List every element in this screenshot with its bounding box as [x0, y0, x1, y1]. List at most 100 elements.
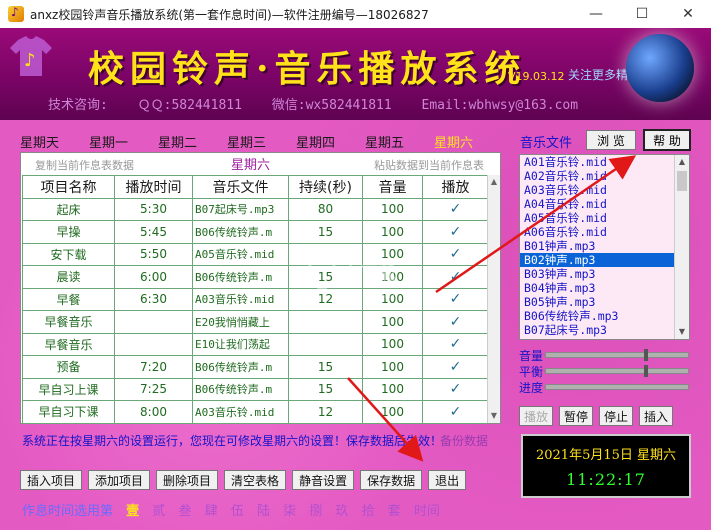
schedule-set-1[interactable]: 壹 — [126, 504, 139, 519]
row-duration[interactable] — [288, 332, 363, 356]
list-item[interactable]: A03音乐铃.mid — [520, 183, 689, 197]
list-item[interactable]: B07起床号.mp3 — [520, 323, 689, 337]
row-file[interactable]: A05音乐铃.mid — [192, 242, 289, 266]
list-item[interactable]: A02音乐铃.mid — [520, 169, 689, 183]
list-item[interactable]: B02钟声.mp3 — [520, 253, 689, 267]
help-button[interactable]: 帮 助 — [643, 129, 691, 151]
browse-button[interactable]: 浏 览 — [586, 130, 636, 150]
schedule-set-5[interactable]: 伍 — [231, 504, 244, 519]
row-time[interactable]: 8:00 — [114, 400, 193, 424]
grid-scrollbar[interactable]: ▲ ▼ — [487, 175, 500, 423]
row-time[interactable] — [114, 332, 193, 356]
row-file[interactable]: A03音乐铃.mid — [192, 287, 289, 311]
row-file[interactable]: E10让我们荡起 — [192, 332, 289, 356]
minimize-button[interactable]: — — [573, 0, 619, 28]
row-name[interactable]: 预备 — [22, 355, 115, 379]
delete-item-button[interactable]: 删除项目 — [156, 470, 219, 490]
row-name[interactable]: 早操 — [22, 220, 115, 244]
paste-schedule-button[interactable]: 粘贴数据到当前作息表 — [374, 157, 484, 173]
row-name[interactable]: 安下载 — [22, 242, 115, 266]
schedule-set-6[interactable]: 陆 — [257, 504, 270, 519]
schedule-set-2[interactable]: 贰 — [152, 504, 165, 519]
copy-schedule-button[interactable]: 复制当前作息表数据 — [35, 157, 134, 173]
row-time[interactable]: 5:30 — [114, 197, 193, 221]
row-file[interactable]: A03音乐铃.mid — [192, 400, 289, 424]
scroll-up-icon[interactable]: ▲ — [675, 155, 689, 169]
row-file[interactable]: B06传统铃声.m — [192, 265, 289, 289]
row-name[interactable]: 早餐 — [22, 287, 115, 311]
list-item[interactable]: A04音乐铃.mid — [520, 197, 689, 211]
tab-thursday[interactable]: 星期四 — [296, 132, 365, 151]
save-data-button[interactable]: 保存数据 — [360, 470, 423, 490]
row-play[interactable]: ✓ — [422, 310, 489, 334]
music-file-list[interactable]: A01音乐铃.mid A02音乐铃.mid A03音乐铃.mid A04音乐铃.mid… — [519, 154, 690, 340]
play-button[interactable]: 播放 — [519, 406, 553, 426]
scroll-thumb[interactable] — [677, 171, 687, 191]
row-time[interactable]: 6:00 — [114, 265, 193, 289]
tab-tuesday[interactable]: 星期二 — [158, 132, 227, 151]
row-time[interactable]: 5:50 — [114, 242, 193, 266]
schedule-set-4[interactable]: 肆 — [205, 504, 218, 519]
row-file[interactable]: B06传统铃声.m — [192, 377, 289, 401]
schedule-set-7[interactable]: 柒 — [283, 504, 296, 519]
list-item[interactable]: A01音乐铃.mid — [520, 155, 689, 169]
scroll-down-icon[interactable]: ▼ — [488, 409, 500, 423]
clear-table-button[interactable]: 清空表格 — [224, 470, 287, 490]
row-duration[interactable]: 15 — [288, 355, 363, 379]
row-name[interactable]: 早餐音乐 — [22, 332, 115, 356]
stop-button[interactable]: 停止 — [599, 406, 633, 426]
schedule-set-9[interactable]: 玖 — [335, 504, 348, 519]
row-volume[interactable]: 100 — [362, 220, 423, 244]
table-row[interactable]: 早餐音乐 E20我悄悄藏上 100 ✓ — [22, 310, 489, 334]
row-name[interactable]: 早自习上课 — [22, 377, 115, 401]
schedule-set-3[interactable]: 叁 — [178, 504, 191, 519]
list-item[interactable]: B05钟声.mp3 — [520, 295, 689, 309]
row-play[interactable]: ✓ — [422, 242, 489, 266]
row-play[interactable]: ✓ — [422, 377, 489, 401]
schedule-set-10[interactable]: 拾 — [362, 504, 375, 519]
table-row[interactable]: 早自习上课 7:25 B06传统铃声.m 15 100 ✓ — [22, 377, 489, 401]
row-duration[interactable]: 12 — [288, 400, 363, 424]
tab-monday[interactable]: 星期一 — [89, 132, 158, 151]
list-item[interactable]: A05音乐铃.mid — [520, 211, 689, 225]
list-item[interactable]: A06音乐铃.mid — [520, 225, 689, 239]
row-volume[interactable]: 100 — [362, 332, 423, 356]
tab-wednesday[interactable]: 星期三 — [227, 132, 296, 151]
scroll-up-icon[interactable]: ▲ — [488, 175, 500, 189]
row-volume[interactable]: 100 — [362, 377, 423, 401]
row-name[interactable]: 早自习下课 — [22, 400, 115, 424]
scroll-down-icon[interactable]: ▼ — [675, 325, 689, 339]
tab-saturday[interactable]: 星期六 — [434, 132, 503, 151]
list-item[interactable]: B01钟声.mp3 — [520, 239, 689, 253]
close-button[interactable]: ✕ — [665, 0, 711, 28]
row-play[interactable]: ✓ — [422, 220, 489, 244]
row-name[interactable]: 早餐音乐 — [22, 310, 115, 334]
progress-slider[interactable] — [545, 384, 689, 390]
row-volume[interactable]: 100 — [362, 355, 423, 379]
row-name[interactable]: 晨读 — [22, 265, 115, 289]
volume-slider[interactable] — [545, 349, 689, 361]
row-time[interactable]: 7:20 — [114, 355, 193, 379]
balance-slider-thumb[interactable] — [644, 365, 648, 377]
insert-item-button[interactable]: 插入项目 — [20, 470, 83, 490]
row-volume[interactable]: 100 — [362, 400, 423, 424]
row-time[interactable]: 6:30 — [114, 287, 193, 311]
row-duration[interactable] — [288, 310, 363, 334]
backup-data-link[interactable]: 备份数据 — [440, 432, 488, 449]
row-play[interactable]: ✓ — [422, 197, 489, 221]
volume-slider-thumb[interactable] — [644, 349, 648, 361]
row-file[interactable]: B07起床号.mp3 — [192, 197, 289, 221]
tab-friday[interactable]: 星期五 — [365, 132, 434, 151]
list-item[interactable]: B04钟声.mp3 — [520, 281, 689, 295]
row-time[interactable] — [114, 310, 193, 334]
row-file[interactable]: B06传统铃声.m — [192, 355, 289, 379]
row-time[interactable]: 7:25 — [114, 377, 193, 401]
table-row[interactable]: 预备 7:20 B06传统铃声.m 15 100 ✓ — [22, 355, 489, 379]
tab-sunday[interactable]: 星期天 — [20, 132, 89, 151]
list-item[interactable]: B06传统铃声.mp3 — [520, 309, 689, 323]
row-volume[interactable]: 100 — [362, 310, 423, 334]
file-list-scrollbar[interactable]: ▲ ▼ — [674, 155, 689, 339]
row-duration[interactable]: 15 — [288, 220, 363, 244]
add-item-button[interactable]: 添加项目 — [88, 470, 151, 490]
maximize-button[interactable]: ☐ — [619, 0, 665, 28]
